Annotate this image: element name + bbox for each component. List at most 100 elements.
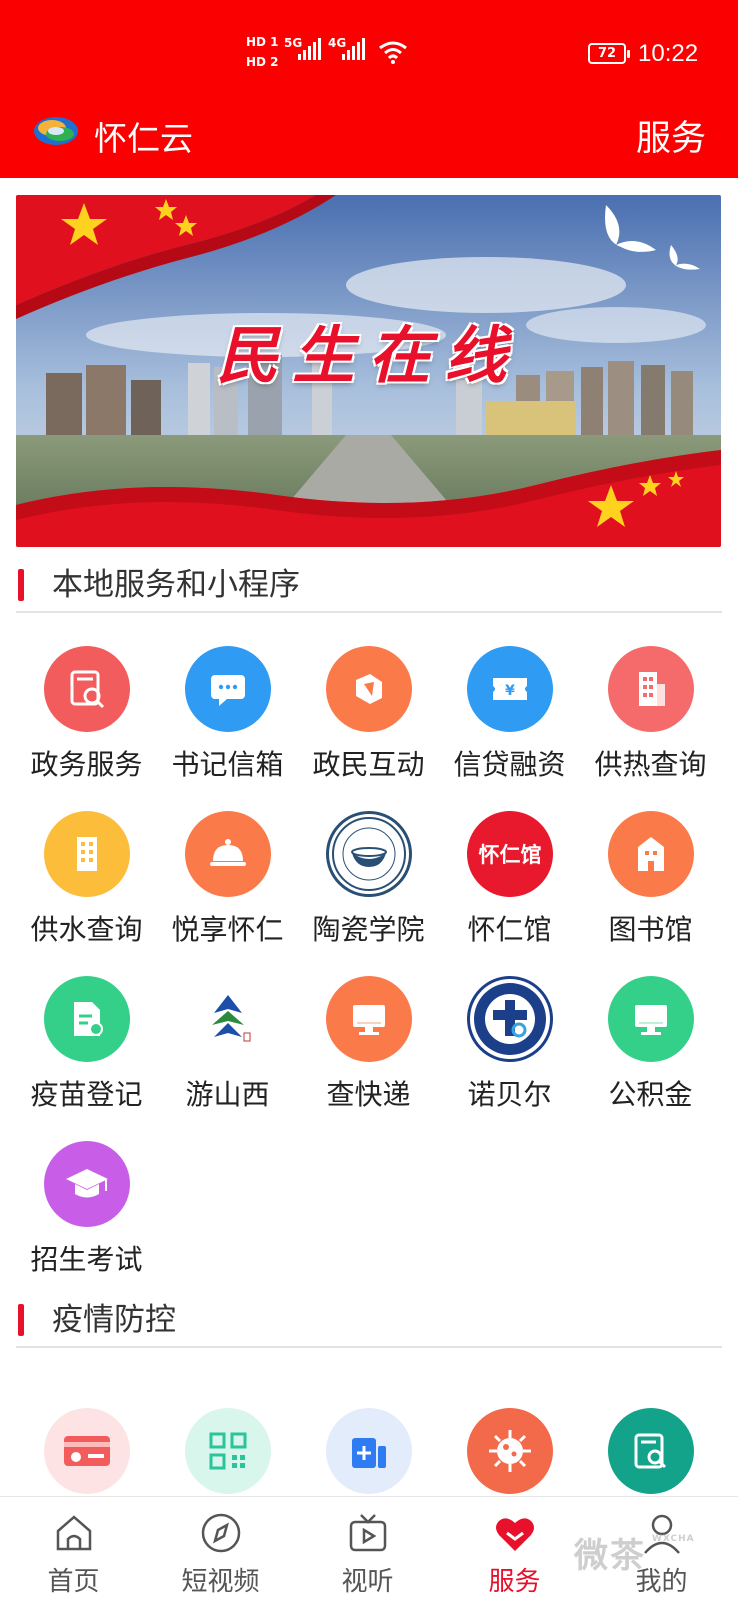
banner-image[interactable]: 民生在线 (16, 195, 721, 547)
chat-bubble-icon (185, 646, 271, 732)
watermark-subtext: WXCHA (652, 1534, 695, 1544)
service-label: 查快递 (326, 1078, 411, 1111)
add-chart-icon (326, 1408, 412, 1494)
health-card-icon (44, 1408, 130, 1494)
tab-label: 首页 (47, 1567, 100, 1597)
sim1-label: HD 1 (246, 35, 279, 49)
service-label: 政民互动 (312, 748, 425, 781)
tab-home[interactable]: 首页 (0, 1497, 147, 1600)
tab-short-video[interactable]: 短视频 (147, 1497, 294, 1600)
app-title: 怀仁云 (94, 119, 193, 158)
monitor-icon (326, 976, 412, 1062)
service-tile-xindai[interactable]: ¥ 信贷融资 (439, 646, 580, 814)
service-label: 悦享怀仁 (171, 913, 284, 946)
service-label: 政务服务 (30, 748, 143, 781)
service-tile-shuji-mailbox[interactable]: 书记信箱 (157, 646, 298, 814)
service-label: 供水查询 (30, 913, 143, 946)
hall-icon-text: 怀仁馆 (478, 843, 542, 867)
interaction-icon (326, 646, 412, 732)
clock: 10:22 (638, 40, 699, 67)
section-epidemic: 疫情防控 (16, 1284, 722, 1348)
search-doc-icon (608, 1408, 694, 1494)
home-icon (56, 1515, 92, 1551)
huairen-hall-icon: 怀仁馆 (467, 811, 553, 897)
service-label: 怀仁馆 (467, 913, 552, 946)
service-label: 疫苗登记 (30, 1078, 143, 1111)
service-tile-gongjijin[interactable]: 公积金 (580, 976, 721, 1144)
service-label: 公积金 (608, 1078, 693, 1111)
epidemic-tile-register[interactable] (298, 1408, 439, 1498)
epidemic-tile-virus[interactable] (439, 1408, 580, 1498)
service-label: 陶瓷学院 (312, 913, 425, 946)
ticket-yuan-icon: ¥ (467, 646, 553, 732)
service-label: 游山西 (185, 1078, 270, 1111)
service-tile-zhengwu[interactable]: 政务服务 (16, 646, 157, 814)
service-tile-yuexiang[interactable]: 悦享怀仁 (157, 811, 298, 979)
tv-play-icon (349, 1514, 387, 1552)
service-tile-vaccine[interactable]: 疫苗登记 (16, 976, 157, 1144)
college-seal-icon (326, 811, 412, 897)
epidemic-tile-qr-code[interactable] (157, 1408, 298, 1498)
banner-slogan: 民生在线 (216, 319, 521, 392)
service-tile-gongshui[interactable]: 供水查询 (16, 811, 157, 979)
service-label: 图书馆 (608, 913, 693, 946)
service-tile-zhengmin[interactable]: 政民互动 (298, 646, 439, 814)
compass-icon (201, 1513, 241, 1553)
header-service-link[interactable]: 服务 (636, 110, 706, 161)
status-bar: HD 1 HD 2 5G 4G 72 10:22 (0, 30, 738, 80)
epidemic-tile-search[interactable] (580, 1408, 721, 1498)
app-header: 怀仁云 服务 (0, 100, 738, 164)
battery-level: 72 (597, 46, 617, 61)
huairen-cloud-logo-icon[interactable] (32, 114, 80, 148)
tab-label: 视听 (341, 1567, 394, 1597)
section-local-services: 本地服务和小程序 (16, 549, 722, 613)
building-icon (44, 811, 130, 897)
service-label: 招生考试 (30, 1243, 143, 1276)
section-title: 疫情防控 (52, 1302, 176, 1338)
sim2-label: HD 2 (246, 55, 279, 69)
service-grid: 政务服务 书记信箱 政民互动 ¥ 信贷融资 供热查询 供水查询 悦享怀仁 陶瓷学… (16, 646, 722, 1286)
service-tile-express[interactable]: 查快递 (298, 976, 439, 1144)
section-accent-bar (18, 1304, 24, 1336)
svg-text:¥: ¥ (505, 683, 515, 699)
graduation-cap-icon (44, 1141, 130, 1227)
watermark-text: 微茶 (574, 1536, 646, 1576)
service-tile-nobel[interactable]: 诺贝尔 (439, 976, 580, 1144)
monitor-icon (608, 976, 694, 1062)
document-search-icon (44, 646, 130, 732)
service-tile-huairenguan[interactable]: 怀仁馆 怀仁馆 (439, 811, 580, 979)
heart-icon (496, 1518, 534, 1551)
service-label: 诺贝尔 (467, 1078, 552, 1111)
sim-indicator: HD 1 HD 2 (246, 32, 279, 72)
qr-code-icon (185, 1408, 271, 1494)
building-icon (608, 646, 694, 732)
section-accent-bar (18, 569, 24, 601)
hospital-seal-icon (467, 976, 553, 1062)
food-cloche-icon (185, 811, 271, 897)
epidemic-grid (16, 1408, 722, 1498)
signal-bars-2-icon (342, 38, 365, 60)
service-tile-gongre[interactable]: 供热查询 (580, 646, 721, 814)
signal-bars-1-icon (298, 38, 321, 60)
service-label: 供热查询 (594, 748, 707, 781)
shanxi-tour-logo-icon (185, 976, 271, 1062)
epidemic-tile-health-card[interactable] (16, 1408, 157, 1498)
building-icon (608, 811, 694, 897)
service-label: 书记信箱 (171, 748, 284, 781)
service-tile-library[interactable]: 图书馆 (580, 811, 721, 979)
tab-label: 短视频 (181, 1567, 260, 1597)
tab-service[interactable]: 服务 (441, 1497, 588, 1600)
top-header-area: HD 1 HD 2 5G 4G 72 10:22 怀仁云 服务 (0, 0, 738, 178)
battery-icon: 72 (588, 43, 630, 64)
service-tile-youshanxi[interactable]: 游山西 (157, 976, 298, 1144)
vaccine-doc-icon (44, 976, 130, 1062)
service-label: 信贷融资 (453, 748, 566, 781)
section-title: 本地服务和小程序 (52, 567, 300, 603)
tab-audio-video[interactable]: 视听 (294, 1497, 441, 1600)
tab-label: 服务 (488, 1567, 541, 1597)
watermark: 微茶 WXCHA (574, 1528, 694, 1577)
service-tile-taoci[interactable]: 陶瓷学院 (298, 811, 439, 979)
wifi-icon (379, 41, 407, 64)
virus-icon (467, 1408, 553, 1494)
person-icon (644, 1514, 680, 1554)
